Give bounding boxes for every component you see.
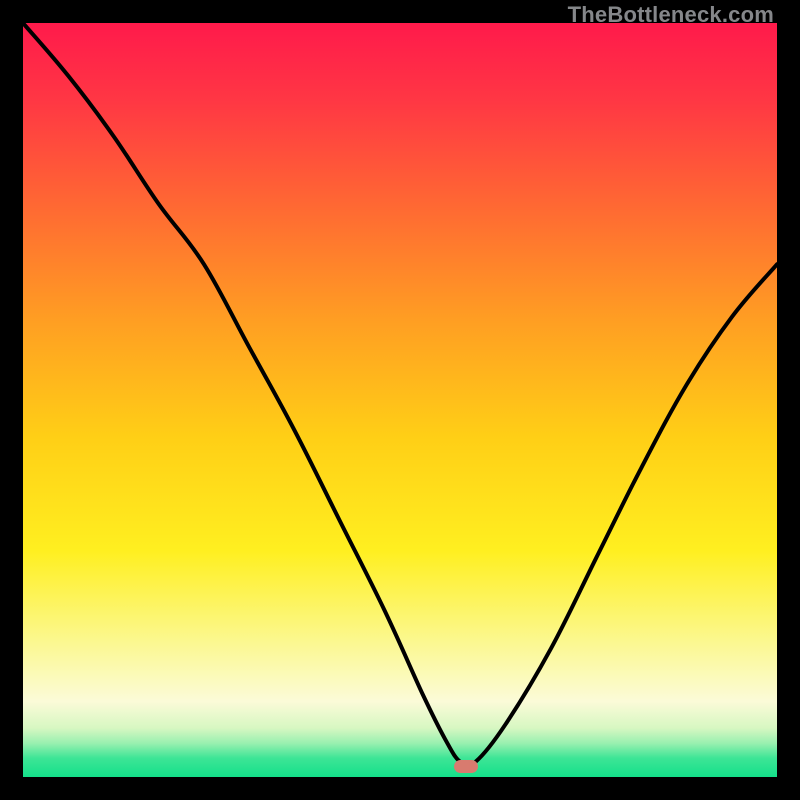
optimal-marker (454, 760, 478, 773)
bottleneck-chart (23, 23, 777, 777)
watermark: TheBottleneck.com (568, 2, 774, 28)
gradient-bg (23, 23, 777, 777)
